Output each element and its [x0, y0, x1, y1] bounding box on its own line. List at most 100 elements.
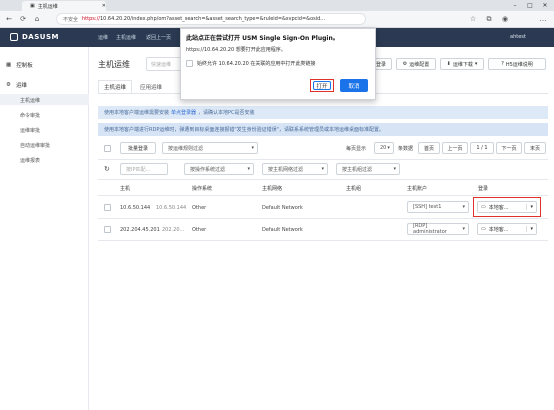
first-page-button[interactable]: 首页 — [418, 142, 440, 154]
login-label: 本地客... — [488, 204, 509, 211]
sidebar-sub-host-ops[interactable]: 主机运维 — [20, 97, 40, 104]
page-title: 主机运维 — [98, 60, 130, 69]
os-filter-select[interactable]: 按操作系统过滤 ▾ — [184, 163, 254, 175]
row-host: 10.6.50.144 — [120, 205, 151, 211]
url-scheme: https:// — [82, 16, 100, 22]
ops-config-label: 运维配置 — [409, 61, 430, 68]
row-account-select[interactable]: [SSH] test1 ▾ — [407, 201, 469, 213]
h5-help-label: H5运维说明 — [505, 61, 533, 68]
url-field[interactable]: 不安全 https:// 10.64.20.20/index.php/om?as… — [56, 13, 366, 25]
col-header-network: 主机网络 — [262, 186, 283, 192]
dialog-subtitle: https://10.64.20.20 想要打开此应用程序。 — [186, 47, 286, 53]
group-filter-select[interactable]: 按主机组过滤 ▾ — [336, 163, 400, 175]
always-allow-label: 始终允许 10.64.20.20 在关联的应用中打开此类链接 — [197, 61, 316, 67]
help-icon: ? — [501, 61, 504, 67]
per-page-value: 20 — [380, 145, 387, 151]
refresh-icon[interactable]: ↻ — [104, 165, 110, 173]
ops-config-button[interactable]: ⚙ 运维配置 — [396, 58, 436, 70]
open-label: 打开 — [313, 81, 331, 90]
sidebar-sub-ops-report[interactable]: 运维报表 — [20, 157, 40, 164]
row-host-alt: 10.6.50.144 — [156, 205, 187, 211]
topnav-back[interactable]: 返回上一页 — [146, 34, 171, 41]
chevron-down-icon: ▾ — [387, 145, 390, 151]
chevron-down-icon: ▾ — [247, 166, 250, 172]
last-page-button[interactable]: 末页 — [524, 142, 546, 154]
col-header-account: 主机账户 — [407, 186, 428, 192]
ops-download-button[interactable]: ⬇ 运维下载 ▾ — [440, 58, 484, 70]
always-allow-checkbox[interactable] — [186, 60, 193, 67]
download-icon: ⬇ — [446, 61, 451, 67]
tab-app-ops[interactable]: 应用运维 — [134, 80, 168, 93]
back-icon[interactable]: ← — [4, 13, 14, 25]
per-page-select[interactable]: 20 ▾ — [374, 142, 394, 154]
always-allow-row[interactable]: 始终允许 10.64.20.20 在关联的应用中打开此类链接 — [186, 60, 315, 67]
rule-filter-select[interactable]: 按运维规则过滤 ▾ — [162, 142, 258, 154]
logo-icon — [10, 33, 18, 41]
sidebar-sub-auto-approval[interactable]: 自动运维审批 — [20, 142, 50, 149]
url-text: 10.64.20.20/index.php/om?asset_search=&a… — [99, 16, 326, 22]
group-filter-label: 按主机组过滤 — [342, 166, 373, 173]
tab-host-ops[interactable]: 主机运维 — [98, 80, 132, 93]
batch-login-button[interactable]: 批量登录 — [120, 142, 156, 154]
sso-install-link[interactable]: 单点登录器 — [171, 109, 196, 116]
brand-logo[interactable]: DASUSM — [10, 33, 59, 41]
info-banner-rdp: 使用本地客户端进行RDP运维时，弹遭到目标桌面连接报错"发生身份验证错误"，请联… — [98, 123, 548, 136]
select-all-checkbox[interactable] — [104, 145, 111, 152]
row-divider — [98, 218, 548, 219]
row-network: Default Network — [262, 205, 303, 211]
sidebar-item-dashboard[interactable]: ▦ 控制板 — [6, 61, 33, 69]
network-filter-select[interactable]: 按主机网络过滤 ▾ — [262, 163, 328, 175]
row-network: Default Network — [262, 227, 303, 233]
sidebar-sub-ops-approval[interactable]: 运维审批 — [20, 127, 40, 134]
row-host: 202.204.45.201 — [120, 227, 160, 233]
network-filter-label: 按主机网络过滤 — [268, 166, 304, 173]
user-menu[interactable]: ahtest — [510, 34, 526, 40]
sidebar-item-label: 运维 — [15, 83, 27, 89]
collections-icon[interactable]: ⧉ — [484, 13, 494, 25]
col-header-os: 操作系统 — [192, 186, 213, 192]
row-checkbox[interactable] — [104, 204, 111, 211]
row-account-value: [RDP] administrator — [413, 223, 447, 235]
row-os: Other — [192, 227, 207, 233]
sidebar-item-ops[interactable]: ⚙ 运维 — [6, 81, 27, 89]
topnav-ops[interactable]: 运维 — [98, 34, 108, 41]
profile-icon[interactable]: ◉ — [500, 13, 510, 25]
next-page-button[interactable]: 下一页 — [496, 142, 522, 154]
close-tab-icon[interactable]: ✕ — [102, 3, 106, 9]
row-divider — [98, 195, 548, 196]
ip-search-input[interactable]: 按IP匹配... — [120, 163, 168, 175]
row-checkbox[interactable] — [104, 226, 111, 233]
rule-filter-label: 按运维规则过滤 — [168, 145, 204, 152]
dialog-title: 此站点正在尝试打开 USM Single Sign-On Plugin。 — [186, 35, 339, 42]
open-button[interactable]: 打开 — [310, 79, 334, 92]
maximize-icon[interactable]: □ — [523, 0, 537, 11]
refresh-icon[interactable]: ⟳ — [18, 13, 28, 25]
per-page-label: 每页显示 — [346, 146, 367, 152]
cancel-button[interactable]: 取消 — [340, 79, 368, 92]
page-indicator[interactable]: 1 / 1 — [470, 142, 494, 154]
info-rdp-text: 使用本地客户端进行RDP运维时，弹遭到目标桌面连接报错"发生身份验证错误"，请联… — [104, 127, 384, 133]
sidebar-sub-cmd-approval[interactable]: 命令审批 — [20, 112, 40, 119]
minimize-icon[interactable]: – — [508, 0, 522, 11]
sidebar-item-label: 控制板 — [16, 63, 33, 69]
row-host-alt: 202.20... — [162, 227, 185, 233]
col-header-login: 登录 — [478, 186, 489, 192]
favorites-icon[interactable]: ☆ — [468, 13, 478, 25]
prev-page-button[interactable]: 上一页 — [442, 142, 468, 154]
not-secure-label: 不安全 — [63, 16, 79, 23]
more-icon[interactable]: … — [538, 13, 548, 25]
h5-help-button[interactable]: ? H5运维说明 — [488, 58, 546, 70]
home-icon[interactable]: ⌂ — [32, 13, 42, 25]
row-account-select[interactable]: [RDP] administrator ▾ — [407, 223, 469, 235]
local-client-login-button[interactable]: ▭ 本地客... ▾ — [477, 201, 537, 213]
close-window-icon[interactable]: ✕ — [538, 0, 552, 11]
monitor-icon: ▭ — [481, 226, 486, 232]
local-client-login-button[interactable]: ▭ 本地客... ▾ — [477, 223, 537, 235]
chevron-down-icon: ▾ — [526, 226, 533, 232]
browser-tab[interactable]: ▣ 主机运维 ✕ — [22, 1, 106, 11]
info-text-2: ，请确认本地PC是否安装 — [198, 110, 255, 116]
gear-icon: ⚙ — [402, 61, 408, 67]
topnav-host-ops[interactable]: 主机运维 — [116, 34, 136, 41]
col-header-group: 主机组 — [346, 186, 362, 192]
dashboard-icon: ▦ — [6, 62, 12, 68]
